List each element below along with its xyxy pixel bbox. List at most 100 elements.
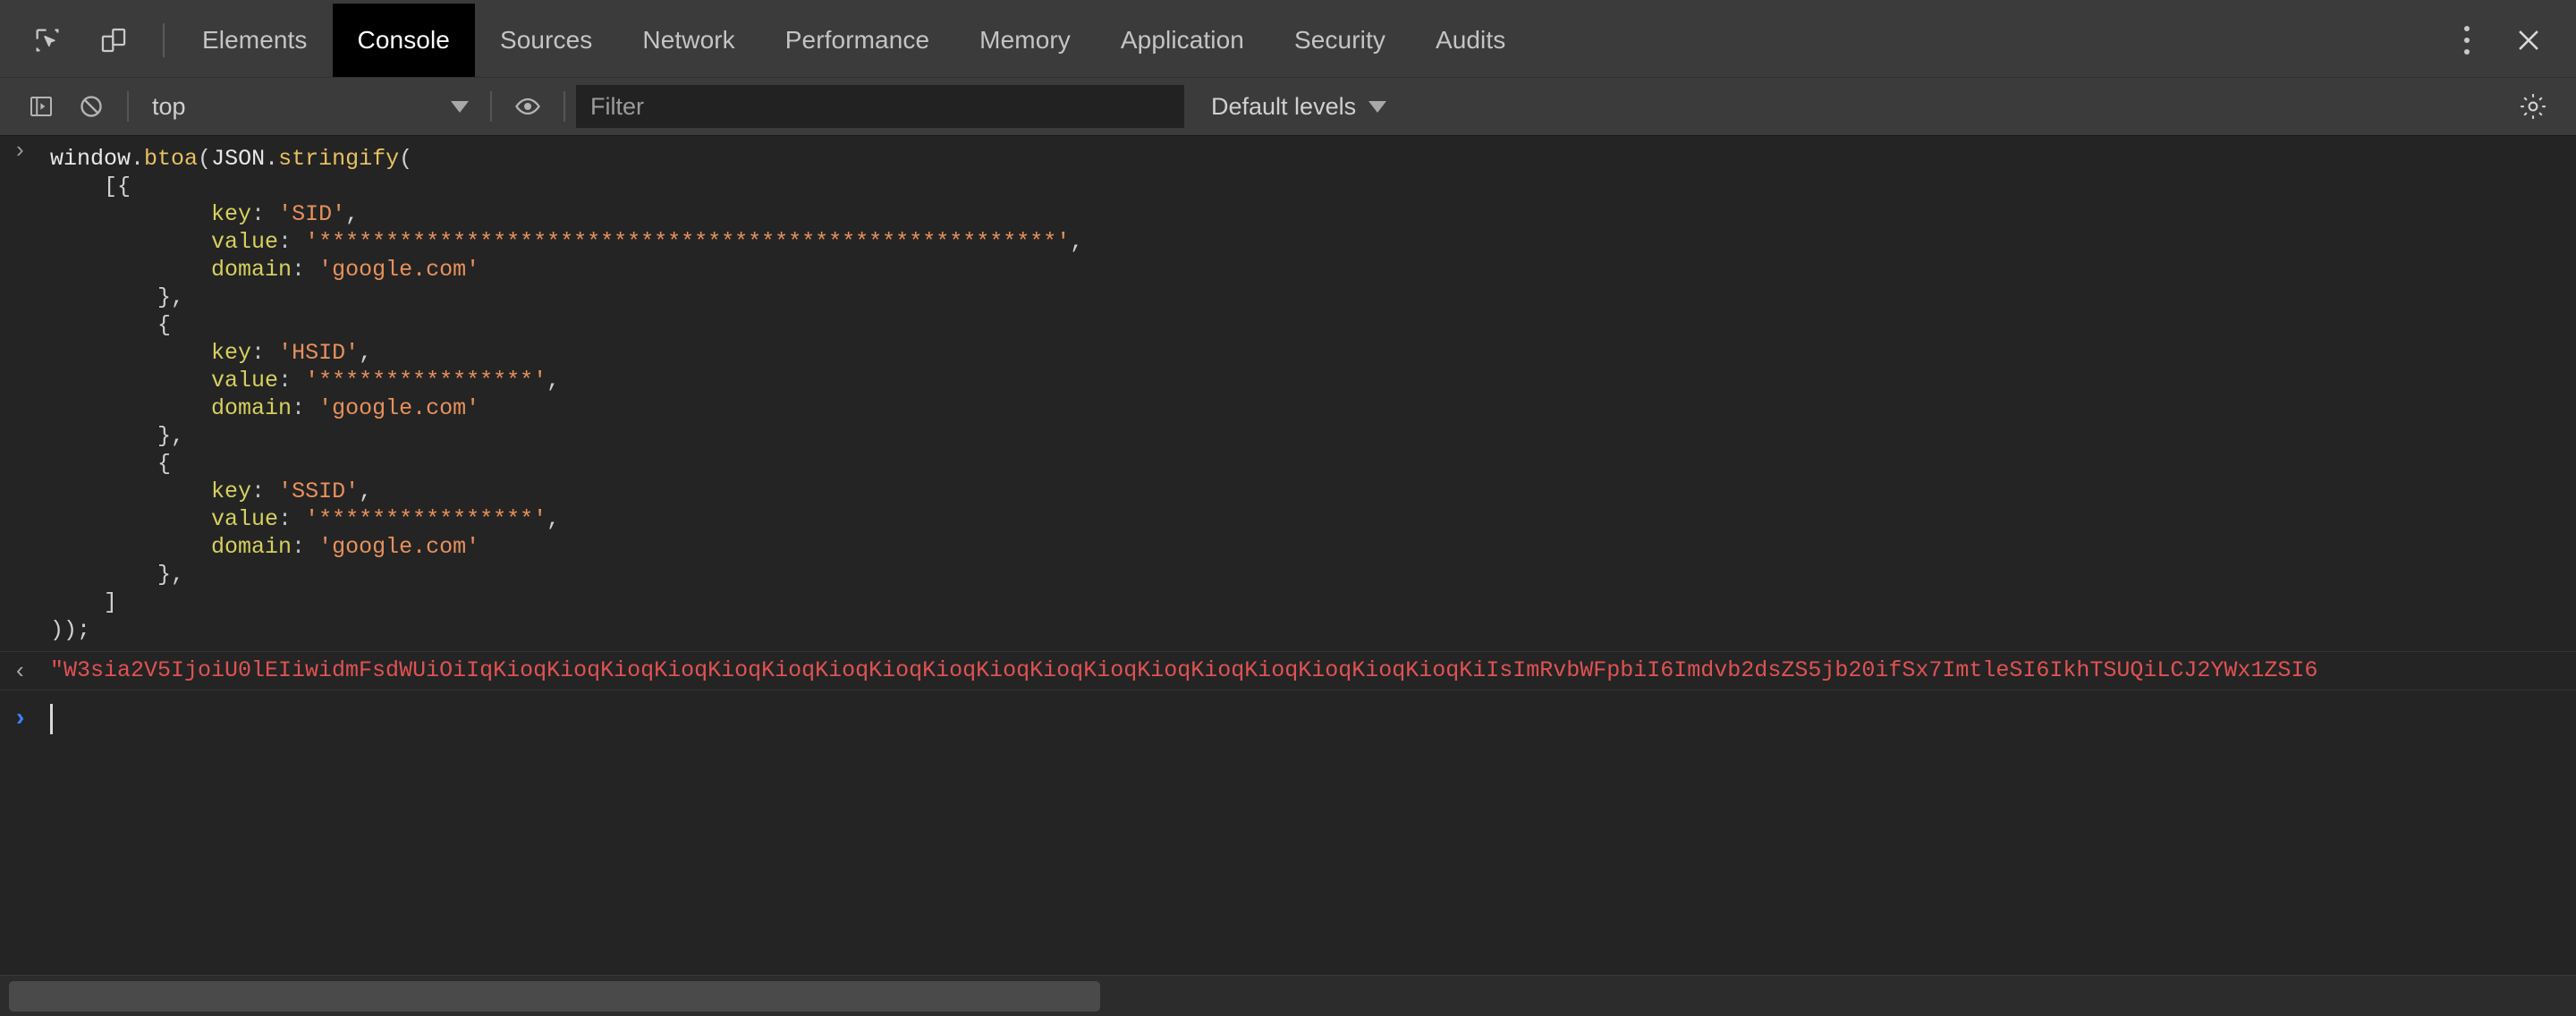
log-levels-select[interactable]: Default levels (1197, 85, 1401, 128)
code-token: value (211, 506, 279, 532)
execution-context-label: top (152, 92, 186, 120)
code-token: key (211, 201, 252, 227)
output-gutter-icon: ‹ (16, 656, 24, 683)
console-output-value: "W3sia2V5IjoiU0lEIiwidmFsdWUiOiIqKioqKio… (50, 657, 2318, 683)
inspect-element-icon[interactable] (18, 11, 77, 70)
console-prompt-row[interactable]: › (0, 690, 2576, 739)
code-token: value (211, 368, 279, 394)
console-sidebar-icon[interactable] (16, 81, 66, 131)
code-token: 'google.com' (318, 534, 480, 560)
clear-console-icon[interactable] (66, 81, 116, 131)
code-token: domain (211, 257, 292, 283)
code-token: 'HSID' (278, 340, 360, 366)
tab-audits[interactable]: Audits (1411, 4, 1530, 77)
code-token: , (359, 340, 373, 366)
horizontal-scrollbar[interactable] (0, 975, 2576, 1016)
tab-network[interactable]: Network (617, 4, 759, 77)
code-token: { (50, 312, 172, 338)
horizontal-scroll-thumb[interactable] (9, 981, 1100, 1012)
input-gutter-icon: › (16, 136, 24, 163)
code-token: : (292, 395, 306, 421)
tabbar-divider (163, 23, 165, 57)
code-token: stringify (278, 146, 400, 172)
code-token: JSON (211, 146, 266, 172)
close-icon[interactable] (2501, 11, 2556, 70)
code-token: , (547, 506, 561, 532)
device-toolbar-icon[interactable] (84, 11, 143, 70)
kebab-menu-icon[interactable] (2442, 11, 2492, 70)
log-levels-label: Default levels (1211, 92, 1357, 120)
code-token: : (292, 257, 306, 283)
code-token: }, (50, 284, 185, 310)
console-prompt-input[interactable] (50, 703, 2576, 735)
toolbar-divider (490, 91, 492, 122)
tab-network-label: Network (642, 26, 735, 54)
code-token: '****************' (305, 506, 547, 532)
code-token: : (278, 229, 292, 255)
tab-security-label: Security (1293, 26, 1385, 54)
code-token: : (251, 478, 266, 504)
tab-memory[interactable]: Memory (954, 4, 1096, 77)
tab-security[interactable]: Security (1269, 4, 1411, 77)
code-token: domain (211, 534, 292, 560)
chevron-down-icon (451, 100, 469, 113)
code-token: { (50, 451, 172, 477)
code-token: domain (211, 395, 292, 421)
console-input-message[interactable]: › window.btoa(JSON.stringify( [{ key: 'S… (0, 136, 2576, 648)
tab-application[interactable]: Application (1096, 4, 1269, 77)
gear-icon[interactable] (2506, 81, 2560, 131)
devtools-window: Elements Console Sources Network Perform… (0, 0, 2576, 1016)
code-token: }, (50, 562, 185, 588)
code-token: key (211, 478, 252, 504)
tab-console-label: Console (357, 26, 450, 54)
code-token: )); (50, 617, 91, 643)
filter-input[interactable] (576, 85, 1184, 128)
tab-console[interactable]: Console (332, 4, 475, 77)
devtools-tabbar: Elements Console Sources Network Perform… (0, 4, 2576, 77)
code-token: , (547, 368, 561, 394)
code-token: ( (399, 146, 413, 172)
tab-elements-label: Elements (202, 26, 308, 54)
code-token: }, (50, 423, 185, 449)
code-token: 'SID' (278, 201, 346, 227)
tab-elements[interactable]: Elements (177, 4, 333, 77)
code-token: ( (198, 146, 212, 172)
code-token: btoa (144, 146, 199, 172)
panel-tabs: Elements Console Sources Network Perform… (177, 4, 2442, 77)
prompt-caret-icon: › (16, 703, 25, 731)
console-message-list[interactable]: › window.btoa(JSON.stringify( [{ key: 'S… (0, 136, 2576, 1016)
code-token: . (131, 146, 145, 172)
tab-performance[interactable]: Performance (760, 4, 954, 77)
code-token: : (251, 201, 266, 227)
code-token: ] (50, 589, 118, 615)
kebab-dot (2464, 38, 2470, 43)
code-token: 'google.com' (318, 395, 480, 421)
console-output-message[interactable]: ‹ "W3sia2V5IjoiU0lEIiwidmFsdWUiOiIqKioqK… (0, 651, 2576, 690)
live-expression-icon[interactable] (503, 81, 553, 131)
tab-sources-label: Sources (499, 26, 593, 54)
execution-context-select[interactable]: top (140, 85, 479, 128)
code-token: value (211, 229, 279, 255)
code-token: '***************************************… (305, 229, 1071, 255)
code-token: window (50, 146, 131, 172)
tab-sources[interactable]: Sources (475, 4, 617, 77)
code-token: . (265, 146, 279, 172)
code-token: : (278, 506, 292, 532)
code-token: : (278, 368, 292, 394)
code-token: : (251, 340, 266, 366)
